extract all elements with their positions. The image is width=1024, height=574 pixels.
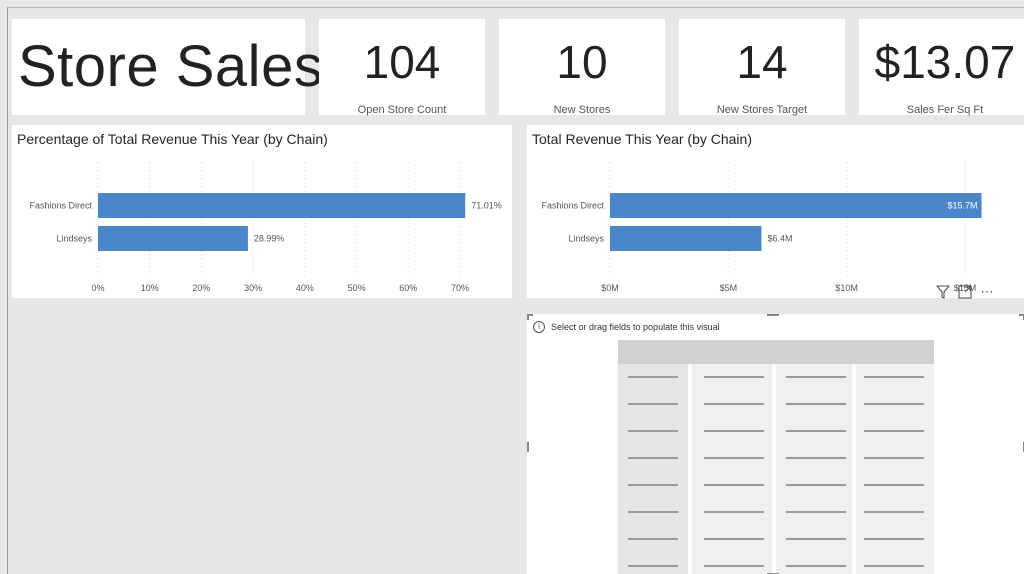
kpi-label: Open Store Count [357, 104, 447, 116]
x-tick-label: 10% [141, 283, 159, 293]
title-card[interactable]: Store Sales [12, 19, 323, 115]
percentage-revenue-chart[interactable]: 0% 10% 20% 30% 40% 50% 60% 70% Fashions Direct 71… [12, 125, 512, 298]
category-label: Lindseys [568, 234, 604, 244]
kpi-value: $13.07 [874, 36, 1016, 88]
x-tick-label: 40% [296, 283, 314, 293]
kpi-value: 104 [363, 36, 441, 88]
x-tick-label: $5M [720, 283, 738, 293]
total-revenue-chart-svg: $0M $5M $10M $15MFashions Direct $15.7MLinds… [541, 163, 982, 293]
chart-title: Percentage of Total Revenue This Year (b… [17, 131, 328, 147]
kpi-label: New Stores [553, 104, 611, 116]
empty-table-visual[interactable]: i Select or drag fields to populate this… [527, 314, 1024, 574]
visual-header-toolbar: ⋯ [935, 285, 995, 299]
kpi-value: 10 [556, 36, 608, 88]
bar[interactable] [610, 193, 982, 218]
focus-mode-icon[interactable] [957, 285, 973, 299]
data-label: $15.7M [948, 201, 978, 211]
filter-icon[interactable] [935, 285, 951, 299]
x-tick-label: 0% [91, 283, 104, 293]
category-label: Fashions Direct [29, 201, 92, 211]
kpi-card-sales-per-sq-ft[interactable]: $13.07 Sales Fer Sq Ft [859, 19, 1024, 116]
x-tick-label: $0M [601, 283, 619, 293]
bar[interactable] [610, 226, 762, 251]
kpi-card-new-stores-target[interactable]: 14 New Stores Target [679, 19, 845, 116]
x-tick-label: $10M [835, 283, 858, 293]
bar[interactable] [98, 193, 466, 218]
x-tick-label: 70% [451, 283, 469, 293]
data-label: 28.99% [254, 234, 285, 244]
category-label: Fashions Direct [541, 201, 604, 211]
kpi-value: 14 [736, 36, 788, 88]
report-canvas: Store Sales 104 Open Store Count 10 New … [7, 7, 1024, 574]
table-placeholder-icon [527, 314, 1024, 574]
category-label: Lindseys [56, 234, 92, 244]
x-tick-label: 60% [399, 283, 417, 293]
chart-title: Total Revenue This Year (by Chain) [532, 131, 752, 147]
x-tick-label: 20% [192, 283, 210, 293]
kpi-card-open-store-count[interactable]: 104 Open Store Count [319, 19, 485, 116]
data-label: $6.4M [767, 234, 792, 244]
x-tick-label: 50% [348, 283, 366, 293]
kpi-card-new-stores[interactable]: 10 New Stores [499, 19, 665, 116]
data-label: 71.01% [471, 201, 502, 211]
percentage-revenue-chart-svg: 0% 10% 20% 30% 40% 50% 60% 70% Fashions Direct 71… [29, 163, 502, 293]
x-tick-label: 30% [244, 283, 262, 293]
bar[interactable] [98, 226, 248, 251]
kpi-label: Sales Fer Sq Ft [906, 104, 984, 116]
more-options-icon[interactable]: ⋯ [979, 285, 995, 299]
total-revenue-chart[interactable]: $0M $5M $10M $15M Fashions Direct $15.7M Linds… [527, 125, 1024, 298]
kpi-label: New Stores Target [716, 104, 808, 116]
report-title: Store Sales [18, 34, 324, 99]
